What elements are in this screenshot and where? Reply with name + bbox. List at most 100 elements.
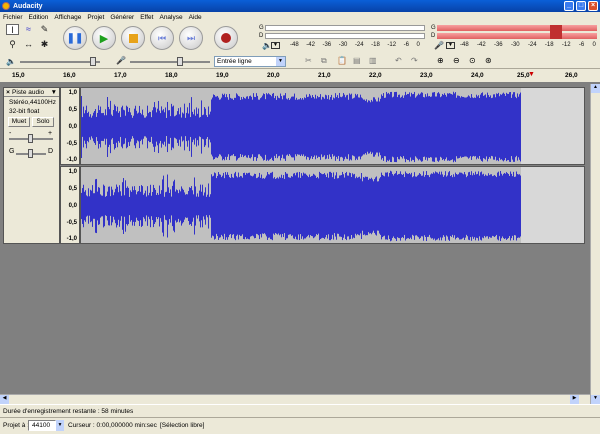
- output-volume-thumb[interactable]: [90, 57, 96, 66]
- recording-time-left: Durée d'enregistrement restante : 58 min…: [3, 407, 134, 415]
- menu-generer[interactable]: Générer: [107, 14, 137, 21]
- undo-icon[interactable]: ↶: [395, 56, 402, 65]
- scale-label: -42: [306, 42, 315, 48]
- record-button[interactable]: [214, 26, 238, 50]
- scale-label: -36: [493, 42, 503, 48]
- selection-tool-icon[interactable]: I: [6, 24, 19, 35]
- output-volume-icon: 🔈: [6, 57, 16, 66]
- gain-slider-thumb[interactable]: [28, 134, 33, 143]
- input-source-select[interactable]: Entrée ligne ▼: [214, 56, 286, 67]
- zoom-tool-icon[interactable]: ⚲: [6, 39, 19, 50]
- playback-meter-menu-icon[interactable]: ▼: [271, 42, 280, 49]
- track-header: × Piste audio ▼: [4, 88, 59, 97]
- stop-button[interactable]: [121, 26, 145, 50]
- meter-right-label: D: [431, 33, 436, 39]
- scale-label: -18: [544, 42, 554, 48]
- skip-end-button[interactable]: ⏭: [179, 26, 203, 50]
- waveform-right-svg: [81, 167, 521, 243]
- zoom-in-icon[interactable]: ⊕: [437, 56, 444, 65]
- input-volume-thumb[interactable]: [177, 57, 183, 66]
- vertical-ruler-right: 1,0 0,5 0,0 -0,5 -1,0: [60, 166, 80, 244]
- vertical-scrollbar[interactable]: ▲ ▼: [590, 84, 600, 404]
- record-meter-left: [437, 25, 597, 31]
- vruler-label: 0,0: [68, 203, 77, 209]
- envelope-tool-icon[interactable]: ≈: [22, 24, 35, 35]
- play-button[interactable]: ▶: [92, 26, 116, 50]
- mute-button[interactable]: Muet: [8, 117, 30, 127]
- chevron-down-icon[interactable]: ▼: [276, 57, 285, 66]
- vruler-label: -1,0: [66, 236, 77, 242]
- scale-label: -30: [338, 42, 348, 48]
- zoom-out-icon[interactable]: ⊖: [453, 56, 460, 65]
- microphone-icon: 🎤: [434, 41, 444, 50]
- project-rate-value: 44100: [32, 422, 51, 429]
- copy-icon[interactable]: ⧉: [321, 56, 327, 66]
- scale-label: -48: [290, 42, 299, 48]
- scroll-left-icon[interactable]: ◀: [0, 395, 9, 404]
- meter-right-label: D: [259, 33, 264, 39]
- menu-analyse[interactable]: Analyse: [156, 14, 185, 21]
- gain-plus-label: +: [48, 130, 53, 137]
- track-bitdepth-info: 32-bit float: [9, 108, 40, 115]
- timeline-ruler[interactable]: 15,0 16,0 17,0 18,0 19,0 20,0 21,0 22,0 …: [0, 69, 600, 83]
- track-name[interactable]: Piste audio: [12, 89, 44, 96]
- output-volume-slider[interactable]: [20, 61, 100, 63]
- track-menu-icon[interactable]: ▼: [51, 89, 57, 96]
- trim-icon[interactable]: ▤: [353, 56, 361, 65]
- maximize-button[interactable]: □: [576, 1, 586, 11]
- solo-button[interactable]: Solo: [32, 117, 54, 127]
- draw-tool-icon[interactable]: ✎: [38, 24, 51, 35]
- silence-icon[interactable]: ▥: [369, 56, 377, 65]
- pause-button[interactable]: ❚❚: [63, 26, 87, 50]
- ruler-tick: 19,0: [216, 72, 229, 79]
- menu-effet[interactable]: Effet: [137, 14, 156, 21]
- record-meter-right: [437, 33, 597, 39]
- vertical-ruler-left: 1,0 0,5 0,0 -0,5 -1,0: [60, 87, 80, 165]
- menu-aide[interactable]: Aide: [186, 14, 205, 21]
- redo-icon[interactable]: ↷: [411, 56, 418, 65]
- scroll-down-icon[interactable]: ▼: [591, 395, 600, 404]
- minimize-button[interactable]: _: [564, 1, 574, 11]
- fit-selection-icon[interactable]: ⊙: [469, 56, 476, 65]
- menu-edition[interactable]: Edition: [26, 14, 52, 21]
- vruler-label: 0,0: [68, 124, 77, 130]
- cut-icon[interactable]: ✂: [305, 56, 312, 65]
- menu-projet[interactable]: Projet: [84, 14, 107, 21]
- selection-mode: [Sélection libre]: [160, 422, 205, 429]
- record-meter-scale: -48 -42 -36 -30 -24 -18 -12 -6 0: [460, 42, 596, 48]
- horizontal-scrollbar[interactable]: ◀ ▶: [0, 394, 590, 404]
- play-position-marker-icon: ▼: [528, 71, 535, 78]
- mute-label: Muet: [11, 118, 27, 125]
- timeshift-tool-icon[interactable]: ↔: [22, 39, 35, 50]
- menu-bar: Fichier Edition Affichage Projet Générer…: [0, 12, 600, 23]
- record-meter-menu-icon[interactable]: ▼: [446, 42, 455, 49]
- vruler-label: 1,0: [68, 169, 77, 175]
- project-rate-dropdown-icon[interactable]: ▼: [56, 420, 64, 431]
- multi-tool-icon[interactable]: ✱: [38, 39, 51, 50]
- project-rate-label: Projet à :: [3, 422, 30, 429]
- scroll-up-icon[interactable]: ▲: [591, 84, 600, 93]
- waveform-right-channel[interactable]: [80, 166, 585, 244]
- scroll-right-icon[interactable]: ▶: [570, 395, 579, 404]
- play-icon: ▶: [99, 32, 109, 45]
- vruler-label: 1,0: [68, 90, 77, 96]
- pause-icon: ❚❚: [66, 32, 84, 44]
- ruler-tick: 20,0: [267, 72, 280, 79]
- waveform-left-channel[interactable]: [80, 87, 585, 165]
- menu-affichage[interactable]: Affichage: [51, 14, 84, 21]
- menu-fichier[interactable]: Fichier: [0, 14, 26, 21]
- close-track-icon[interactable]: ×: [4, 89, 12, 96]
- title-bar: Audacity _ □ ×: [0, 0, 600, 12]
- paste-icon[interactable]: 📋: [337, 56, 347, 65]
- meter-left-label: G: [259, 25, 264, 31]
- fit-project-icon[interactable]: ⊛: [485, 56, 492, 65]
- skip-start-button[interactable]: ⏮: [150, 26, 174, 50]
- ruler-tick: 16,0: [63, 72, 76, 79]
- project-rate-field[interactable]: 44100: [28, 420, 56, 431]
- pan-slider-thumb[interactable]: [28, 149, 33, 158]
- pan-right-label: D: [48, 148, 54, 155]
- waveform-left-svg: [81, 88, 521, 164]
- scale-label: -24: [527, 42, 537, 48]
- close-button[interactable]: ×: [588, 1, 598, 11]
- input-volume-slider[interactable]: [130, 61, 210, 63]
